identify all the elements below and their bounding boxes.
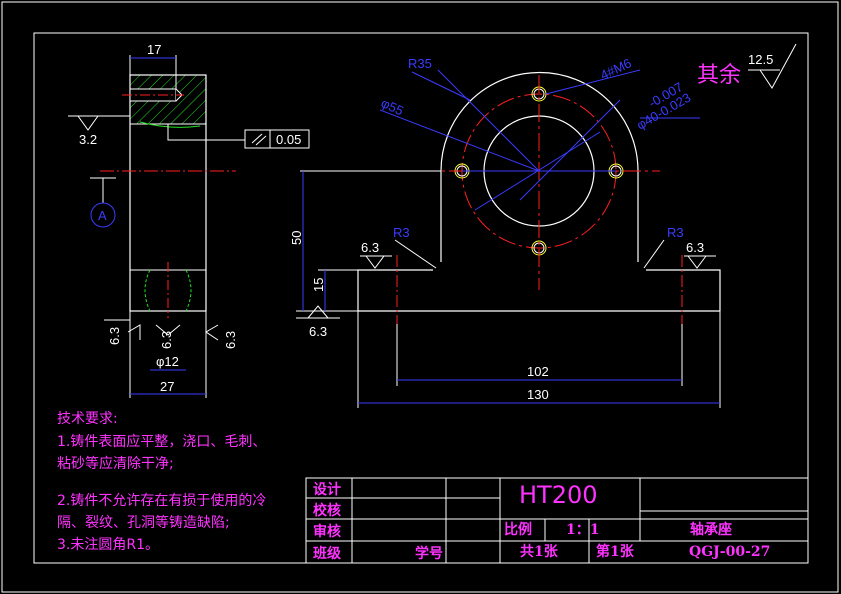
- tech-heading: 技术要求:: [57, 411, 118, 427]
- tolerance-value: 0.05: [276, 132, 301, 147]
- sheet-index: 第1张: [596, 543, 635, 560]
- dim-27: 27: [160, 379, 174, 394]
- scale-label: 比例: [504, 521, 532, 538]
- dim-r3-right: R3: [667, 225, 684, 240]
- roughness-3-2: 3.2: [79, 132, 97, 147]
- material: HT200: [519, 481, 598, 509]
- sheet-total: 共1张: [520, 543, 559, 560]
- dim-17: 17: [147, 42, 161, 57]
- tb-design: 设计: [313, 481, 341, 498]
- roughness-a: 6.3: [107, 327, 122, 345]
- side-view: 17 27 φ12 3.2 0.05 A 6.3 6.3 6.3: [68, 42, 310, 398]
- roughness-e: 6.3: [686, 240, 704, 255]
- tb-review: 审核: [313, 523, 341, 540]
- tech-item-2b: 隔、裂纹、孔洞等铸造缺陷;: [57, 514, 230, 531]
- surface-finish-other: 其余: [697, 63, 741, 88]
- dim-50: 50: [289, 231, 304, 245]
- roughness-symbol: [77, 115, 99, 131]
- tb-student-no: 学号: [415, 545, 443, 562]
- roughness-d: 6.3: [361, 240, 379, 255]
- dim-r3-left: R3: [393, 225, 410, 240]
- drawing-number: QGJ-00-27: [689, 544, 770, 560]
- tech-item-2: 2.铸件不允许存在有损于使用的冷: [57, 492, 266, 509]
- tech-item-1: 1.铸件表面应平整，浇口、毛刺、: [57, 433, 266, 450]
- scale-value: 1：1: [566, 522, 599, 538]
- dim-15: 15: [311, 278, 326, 292]
- tb-check: 校核: [313, 502, 341, 519]
- dim-r35: R35: [408, 56, 432, 71]
- tb-class: 班级: [313, 545, 342, 562]
- dim-130: 130: [527, 387, 549, 402]
- roughness-c: 6.3: [223, 331, 238, 349]
- datum-a: A: [98, 208, 107, 223]
- dim-holes: 4#M6: [598, 55, 634, 82]
- dim-phi12: φ12: [156, 354, 179, 369]
- bore-arc-right: [185, 269, 192, 312]
- surface-finish-note: 其余 12.5: [697, 43, 797, 89]
- tech-requirements: 技术要求: 1.铸件表面应平整，浇口、毛刺、 粘砂等应清除干净; 2.铸件不允许…: [57, 411, 266, 553]
- engineering-drawing: 17 27 φ12 3.2 0.05 A 6.3 6.3 6.3 R35 φ55…: [1, 1, 839, 593]
- drawing-title: 轴承座: [690, 521, 732, 538]
- front-view: R35 φ55 4#M6 -0.007 φ40-0.023 R3 R3 6.3 …: [289, 55, 721, 408]
- roughness-f: 6.3: [309, 324, 327, 339]
- tech-item-3: 3.未注圆角R1。: [57, 537, 159, 553]
- dim-phi55: φ55: [379, 95, 406, 118]
- bore-arc-left: [144, 269, 151, 312]
- tech-item-1b: 粘砂等应清除干净;: [57, 455, 174, 472]
- dim-102: 102: [527, 364, 549, 379]
- surface-finish-value: 12.5: [748, 52, 773, 67]
